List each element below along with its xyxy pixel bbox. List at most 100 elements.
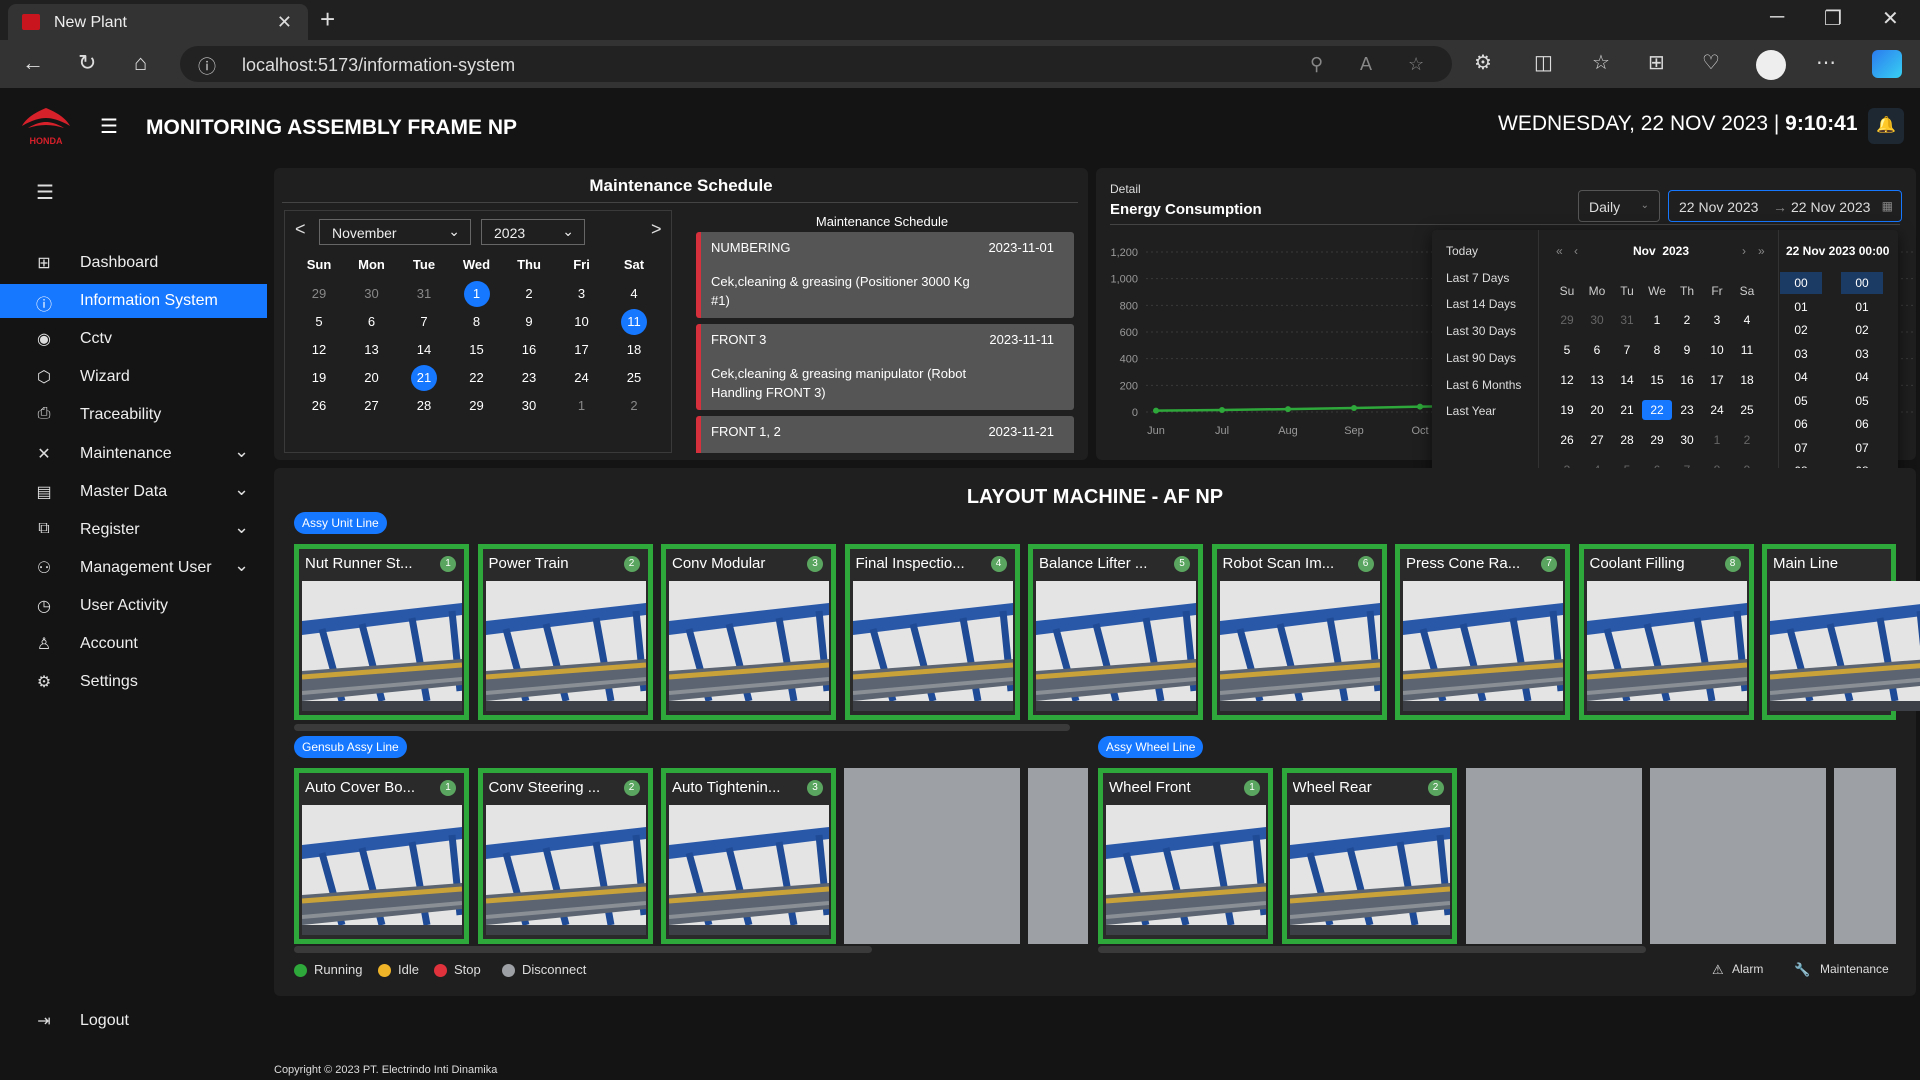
- picker-day[interactable]: 7: [1612, 340, 1642, 360]
- picker-day[interactable]: 14: [1612, 370, 1642, 390]
- preset-option[interactable]: Last 6 Months: [1446, 378, 1521, 392]
- picker-day[interactable]: 8: [1642, 340, 1672, 360]
- picker-day[interactable]: 2: [1672, 310, 1702, 330]
- calendar-day[interactable]: 14: [398, 337, 450, 363]
- favorites-icon[interactable]: ☆: [1592, 50, 1610, 75]
- zoom-icon[interactable]: ⚲: [1310, 54, 1323, 75]
- notification-bell-icon[interactable]: 🔔: [1868, 108, 1904, 144]
- calendar-day[interactable]: 17: [556, 337, 608, 363]
- calendar-day[interactable]: 30: [503, 393, 555, 419]
- sidebar-item-cctv[interactable]: ◉ Cctv: [0, 322, 267, 356]
- picker-day[interactable]: 13: [1582, 370, 1612, 390]
- calendar-day[interactable]: 5: [293, 309, 345, 335]
- sidebar-item-wizard[interactable]: ⬡ Wizard: [0, 360, 267, 394]
- copilot-icon[interactable]: [1872, 50, 1902, 78]
- date-range-picker[interactable]: 22 Nov 2023 → 22 Nov 2023 ▦: [1668, 190, 1902, 222]
- assy-unit-scrollbar[interactable]: [294, 724, 1070, 731]
- picker-day[interactable]: 17: [1702, 370, 1732, 390]
- calendar-day[interactable]: 11: [608, 309, 660, 335]
- sidebar-item-dashboard[interactable]: ⊞ Dashboard: [0, 246, 267, 280]
- schedule-card[interactable]: NUMBERING 2023-11-01 Cek,cleaning & greasi…: [696, 232, 1074, 318]
- calendar-day[interactable]: 25: [608, 365, 660, 391]
- url-field[interactable]: ⓘ localhost:5173/information-system ⚲ A …: [180, 46, 1452, 82]
- machine-card[interactable]: Balance Lifter ... 5: [1028, 544, 1203, 720]
- assy-wheel-scrollbar[interactable]: [1098, 946, 1646, 953]
- hour-option[interactable]: 04: [1780, 366, 1822, 388]
- tab-close-icon[interactable]: ✕: [277, 12, 292, 33]
- calendar-day[interactable]: 20: [346, 365, 398, 391]
- calendar-day[interactable]: 4: [608, 281, 660, 307]
- picker-day[interactable]: 28: [1612, 430, 1642, 450]
- calendar-day[interactable]: 2: [503, 281, 555, 307]
- energy-data-point[interactable]: [1219, 407, 1225, 413]
- picker-day[interactable]: 3: [1702, 310, 1732, 330]
- calendar-day[interactable]: 26: [293, 393, 345, 419]
- next-month-button[interactable]: >: [651, 219, 662, 240]
- machine-card[interactable]: Power Train 2: [477, 544, 653, 720]
- calendar-day[interactable]: 29: [451, 393, 503, 419]
- preset-option[interactable]: Last 14 Days: [1446, 297, 1516, 311]
- close-window-button[interactable]: ✕: [1882, 6, 1899, 31]
- year-select[interactable]: 2023 ⌄: [481, 219, 585, 245]
- picker-day[interactable]: 5: [1552, 340, 1582, 360]
- minute-option[interactable]: 05: [1841, 390, 1883, 412]
- picker-day[interactable]: 15: [1642, 370, 1672, 390]
- reload-button[interactable]: ↻: [78, 50, 96, 76]
- hour-option[interactable]: 00: [1780, 272, 1822, 294]
- calendar-day[interactable]: 22: [451, 365, 503, 391]
- picker-day[interactable]: 4: [1732, 310, 1762, 330]
- minute-option[interactable]: 00: [1841, 272, 1883, 294]
- schedule-card[interactable]: FRONT 3 2023-11-11 Cek,cleaning & greasing…: [696, 324, 1074, 410]
- sidebar-item-master-data[interactable]: ▤ Master Data ⌄: [0, 475, 267, 509]
- machine-card[interactable]: Final Inspectio... 4: [844, 544, 1020, 720]
- preset-option[interactable]: Last 90 Days: [1446, 351, 1516, 365]
- menu-hamburger-icon[interactable]: ☰: [100, 114, 118, 139]
- calendar-day[interactable]: 15: [451, 337, 503, 363]
- picker-day[interactable]: 27: [1582, 430, 1612, 450]
- back-button[interactable]: ←: [22, 50, 44, 76]
- minimize-button[interactable]: ─: [1770, 6, 1784, 29]
- line-chip[interactable]: Assy Unit Line: [294, 512, 387, 534]
- calendar-day[interactable]: 12: [293, 337, 345, 363]
- browser-tab[interactable]: New Plant ✕: [8, 4, 308, 40]
- new-tab-button[interactable]: +: [320, 4, 335, 35]
- machine-card[interactable]: Wheel Rear 2: [1281, 768, 1457, 944]
- more-options-icon[interactable]: ⋯: [1816, 50, 1836, 75]
- calendar-day[interactable]: 31: [398, 281, 450, 307]
- machine-card[interactable]: Press Cone Ra... 7: [1395, 544, 1570, 720]
- calendar-day[interactable]: 27: [346, 393, 398, 419]
- calendar-day[interactable]: 18: [608, 337, 660, 363]
- picker-day[interactable]: 29: [1642, 430, 1672, 450]
- picker-day[interactable]: 19: [1552, 400, 1582, 420]
- calendar-day[interactable]: 6: [346, 309, 398, 335]
- minute-option[interactable]: 07: [1841, 437, 1883, 459]
- picker-day[interactable]: 24: [1702, 400, 1732, 420]
- picker-year[interactable]: 2023: [1662, 244, 1689, 258]
- calendar-day[interactable]: 30: [346, 281, 398, 307]
- prev-month-button[interactable]: <: [295, 219, 306, 240]
- next-year-icon[interactable]: »: [1758, 244, 1765, 258]
- machine-card[interactable]: Conv Steering ... 2: [477, 768, 653, 944]
- picker-day[interactable]: 26: [1552, 430, 1582, 450]
- machine-card[interactable]: Coolant Filling 8: [1578, 544, 1754, 720]
- picker-day[interactable]: 30: [1672, 430, 1702, 450]
- extensions-icon[interactable]: ⚙: [1474, 50, 1492, 75]
- machine-card[interactable]: Auto Cover Bo... 1: [294, 768, 469, 944]
- minute-option[interactable]: 01: [1841, 296, 1883, 318]
- preset-option[interactable]: Last Year: [1446, 404, 1496, 418]
- picker-day[interactable]: 20: [1582, 400, 1612, 420]
- hour-option[interactable]: 05: [1780, 390, 1822, 412]
- picker-day[interactable]: 1: [1702, 430, 1732, 450]
- picker-day[interactable]: 12: [1552, 370, 1582, 390]
- calendar-day[interactable]: 29: [293, 281, 345, 307]
- preset-option[interactable]: Last 7 Days: [1446, 271, 1509, 285]
- line-chip[interactable]: Gensub Assy Line: [294, 736, 407, 758]
- picker-day[interactable]: 16: [1672, 370, 1702, 390]
- energy-data-point[interactable]: [1285, 406, 1291, 413]
- browser-essentials-icon[interactable]: ♡: [1702, 50, 1720, 75]
- machine-card[interactable]: Nut Runner St... 1: [294, 544, 469, 720]
- calendar-day[interactable]: 1: [556, 393, 608, 419]
- hour-option[interactable]: 03: [1780, 343, 1822, 365]
- picker-day[interactable]: 23: [1672, 400, 1702, 420]
- read-aloud-icon[interactable]: A: [1360, 54, 1372, 75]
